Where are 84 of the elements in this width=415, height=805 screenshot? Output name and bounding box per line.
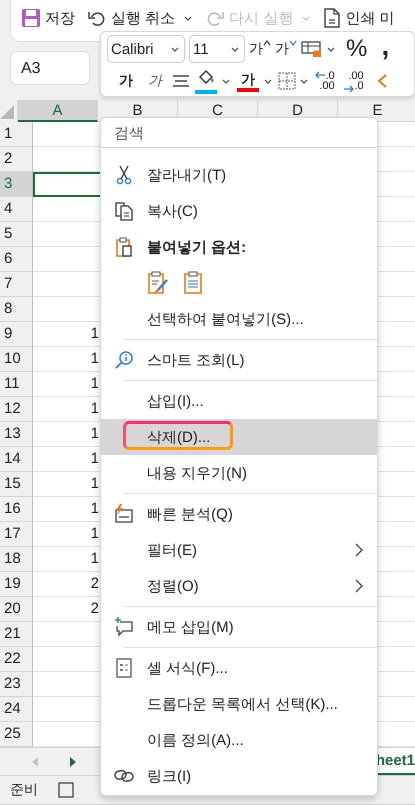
clipboard-icon xyxy=(183,271,203,295)
menu-item[interactable]: 삭제(D)... xyxy=(101,419,377,455)
row-header[interactable]: 1 xyxy=(0,122,33,147)
row-header[interactable]: 9 xyxy=(0,322,33,347)
row-header[interactable]: 21 xyxy=(0,622,33,647)
row-header[interactable]: 15 xyxy=(0,472,33,497)
row-header[interactable]: 16 xyxy=(0,497,33,522)
copy-icon xyxy=(114,201,134,221)
font-color-button[interactable]: 가 xyxy=(236,68,275,94)
row-header[interactable]: 24 xyxy=(0,697,33,722)
quick-access-button[interactable]: 실행 취소 xyxy=(87,7,194,29)
quick-access-button[interactable]: 인쇄 미 xyxy=(323,7,395,29)
right-triangle-icon xyxy=(68,756,78,768)
shrink-font-button[interactable]: 가 xyxy=(275,36,297,62)
link-icon xyxy=(114,769,134,783)
quick-analysis-icon xyxy=(114,504,134,524)
grow-font-button[interactable]: 가 xyxy=(249,36,271,62)
row-header[interactable]: 18 xyxy=(0,547,33,572)
right-arrow-icon xyxy=(343,85,355,93)
paste-option-button[interactable] xyxy=(147,271,169,295)
font-field[interactable]: Calibri xyxy=(107,35,185,63)
caret-down-icon xyxy=(289,40,297,46)
status-text: 준비 xyxy=(10,781,38,799)
caret-up-icon xyxy=(263,40,271,46)
chevron-down-icon xyxy=(221,76,231,86)
row-header[interactable]: 10 xyxy=(0,347,33,372)
magnifier-info-icon xyxy=(114,350,134,370)
row-header[interactable]: 23 xyxy=(0,672,33,697)
row-header[interactable]: 14 xyxy=(0,447,33,472)
align-center-icon xyxy=(172,73,190,89)
chevron-down-icon xyxy=(183,14,194,22)
quick-access-button[interactable]: 저장 xyxy=(21,7,75,29)
percent-button[interactable]: % xyxy=(342,36,372,62)
left-triangle-icon xyxy=(30,756,40,768)
format-cells-icon xyxy=(116,658,132,678)
row-header[interactable]: 7 xyxy=(0,272,33,297)
chevron-down-icon xyxy=(299,76,309,86)
increase-decimal-button[interactable]: .0 .00 xyxy=(314,68,340,94)
chevron-down-icon xyxy=(170,44,180,54)
row-header[interactable]: 2 xyxy=(0,147,33,172)
square-icon xyxy=(58,782,74,798)
menu-section-header: 붙여넣기 옵션: xyxy=(147,238,246,256)
row-header[interactable]: 6 xyxy=(0,247,33,272)
row-header[interactable]: 4 xyxy=(0,197,33,222)
comma-button[interactable]: , xyxy=(375,36,396,62)
row-header[interactable]: 22 xyxy=(0,647,33,672)
chevron-down-icon xyxy=(326,44,336,54)
chevron-down-icon xyxy=(263,76,273,86)
menu-item[interactable]: 잘라내기(T) xyxy=(101,157,377,193)
row-header[interactable]: 13 xyxy=(0,422,33,447)
clipboard-brush-icon xyxy=(147,271,169,295)
row-header[interactable]: 25 xyxy=(0,722,33,747)
menu-item[interactable]: 드롭다운 목록에서 선택(K)... xyxy=(101,686,377,722)
chevron-right-icon xyxy=(355,543,363,557)
row-header[interactable]: 17 xyxy=(0,522,33,547)
paste-option-button[interactable] xyxy=(183,271,203,295)
clipboard-icon xyxy=(115,237,133,257)
decrease-decimal-button[interactable]: .00 .0 xyxy=(343,68,369,94)
row-header[interactable]: 11 xyxy=(0,372,33,397)
left-arrow-icon xyxy=(314,71,326,79)
chevron-down-icon xyxy=(230,44,240,54)
document-icon xyxy=(323,8,342,28)
table-style-icon xyxy=(301,40,323,58)
menu-item[interactable]: 복사(C) xyxy=(101,193,377,229)
menu-item[interactable]: 셀 서식(F)... xyxy=(101,650,377,686)
name-box[interactable]: A3 xyxy=(10,51,90,85)
save-icon xyxy=(21,8,41,28)
bold-button[interactable]: 가 xyxy=(113,68,139,94)
search-field[interactable]: 검색 xyxy=(102,119,376,148)
row-header[interactable]: 5 xyxy=(0,222,33,247)
row-header[interactable]: 20 xyxy=(0,597,33,622)
column-header[interactable]: A xyxy=(18,100,98,122)
row-header[interactable]: 8 xyxy=(0,297,33,322)
scissors-icon xyxy=(115,165,133,185)
comment-add-icon xyxy=(114,617,134,637)
italic-button[interactable]: 가 xyxy=(142,68,168,94)
row-header[interactable]: 19 xyxy=(0,572,33,597)
font-size-field[interactable]: 11 xyxy=(189,35,245,63)
row-header[interactable]: 3 xyxy=(0,172,33,197)
borders-icon xyxy=(278,72,296,90)
select-all-icon xyxy=(0,105,14,119)
chevron-down-icon xyxy=(301,14,312,22)
chevron-right-icon xyxy=(355,579,363,593)
row-header[interactable]: 12 xyxy=(0,397,33,422)
